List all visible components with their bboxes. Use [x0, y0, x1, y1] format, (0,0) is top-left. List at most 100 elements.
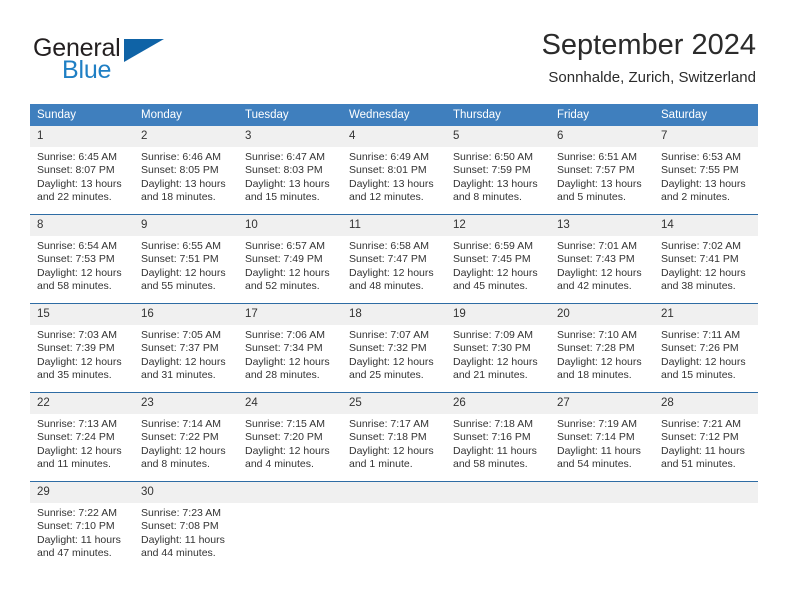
daylight-text-line2: and 22 minutes.	[37, 191, 112, 204]
day-number: 11	[342, 215, 446, 236]
calendar-day-cell[interactable]: 7 Sunrise: 6:53 AM Sunset: 7:55 PM Daylight…	[654, 126, 758, 215]
calendar-day-cell[interactable]: 2 Sunrise: 6:46 AM Sunset: 8:05 PM Daylight…	[134, 126, 238, 215]
daylight-text-line2: and 15 minutes.	[661, 369, 736, 382]
calendar-day-cell[interactable]: 28 Sunrise: 7:21 AM Sunset: 7:12 PM Dayligh…	[654, 392, 758, 482]
calendar-day-cell[interactable]: 13 Sunrise: 7:01 AM Sunset: 7:43 PM Dayligh…	[550, 214, 654, 304]
calendar-day-cell[interactable]: 21 Sunrise: 7:11 AM Sunset: 7:26 PM Dayligh…	[654, 303, 758, 393]
day-number: 16	[134, 304, 238, 325]
sunrise-text: Sunrise: 7:23 AM	[141, 507, 221, 519]
page-title: September 2024	[541, 29, 756, 61]
day-number: 28	[654, 393, 758, 414]
day-details: Sunrise: 7:22 AM Sunset: 7:10 PM Daylight:…	[30, 503, 134, 561]
calendar-week-row: 8 Sunrise: 6:54 AM Sunset: 7:53 PM Daylight…	[30, 214, 758, 304]
calendar-empty-cell	[654, 481, 758, 570]
day-details: Sunrise: 7:13 AM Sunset: 7:24 PM Daylight:…	[30, 414, 134, 472]
daylight-text-line1: Daylight: 12 hours	[661, 355, 746, 368]
calendar-day-cell[interactable]: 10 Sunrise: 6:57 AM Sunset: 7:49 PM Dayligh…	[238, 214, 342, 304]
daylight-text-line1: Daylight: 12 hours	[349, 266, 434, 279]
daylight-text-line2: and 42 minutes.	[557, 280, 632, 293]
calendar-day-cell[interactable]: 26 Sunrise: 7:18 AM Sunset: 7:16 PM Dayligh…	[446, 392, 550, 482]
sunrise-text: Sunrise: 6:45 AM	[37, 151, 117, 163]
calendar-day-cell[interactable]: 23 Sunrise: 7:14 AM Sunset: 7:22 PM Dayligh…	[134, 392, 238, 482]
weekday-header-sunday: Sunday	[30, 104, 134, 126]
daylight-text-line2: and 5 minutes.	[557, 191, 626, 204]
sunset-text: Sunset: 7:41 PM	[661, 253, 739, 266]
calendar-day-cell[interactable]: 5 Sunrise: 6:50 AM Sunset: 7:59 PM Daylight…	[446, 126, 550, 215]
calendar-header: Sunday Monday Tuesday Wednesday Thursday…	[30, 104, 758, 126]
calendar-day-cell[interactable]: 4 Sunrise: 6:49 AM Sunset: 8:01 PM Daylight…	[342, 126, 446, 215]
day-number: 7	[654, 126, 758, 147]
weekday-header-monday: Monday	[134, 104, 238, 126]
day-number: 9	[134, 215, 238, 236]
day-number	[238, 482, 342, 503]
calendar-day-cell[interactable]: 11 Sunrise: 6:58 AM Sunset: 7:47 PM Dayligh…	[342, 214, 446, 304]
calendar-day-cell[interactable]: 16 Sunrise: 7:05 AM Sunset: 7:37 PM Dayligh…	[134, 303, 238, 393]
daylight-text-line1: Daylight: 12 hours	[141, 444, 226, 457]
calendar-day-cell[interactable]: 24 Sunrise: 7:15 AM Sunset: 7:20 PM Dayligh…	[238, 392, 342, 482]
sunrise-text: Sunrise: 6:59 AM	[453, 240, 533, 252]
calendar-day-cell[interactable]: 27 Sunrise: 7:19 AM Sunset: 7:14 PM Dayligh…	[550, 392, 654, 482]
day-cell-inner: 25 Sunrise: 7:17 AM Sunset: 7:18 PM Dayligh…	[342, 393, 446, 481]
brand-logo[interactable]: General Blue	[33, 34, 253, 86]
day-cell-inner	[446, 482, 550, 570]
daylight-text-line2: and 47 minutes.	[37, 547, 112, 560]
daylight-text-line1: Daylight: 13 hours	[453, 177, 538, 190]
day-cell-inner: 4 Sunrise: 6:49 AM Sunset: 8:01 PM Daylight…	[342, 126, 446, 214]
calendar-day-cell[interactable]: 17 Sunrise: 7:06 AM Sunset: 7:34 PM Dayligh…	[238, 303, 342, 393]
daylight-text-line2: and 35 minutes.	[37, 369, 112, 382]
calendar-day-cell[interactable]: 18 Sunrise: 7:07 AM Sunset: 7:32 PM Dayligh…	[342, 303, 446, 393]
sunrise-text: Sunrise: 7:15 AM	[245, 418, 325, 430]
calendar-week-row: 15 Sunrise: 7:03 AM Sunset: 7:39 PM Dayligh…	[30, 303, 758, 393]
calendar-day-cell[interactable]: 22 Sunrise: 7:13 AM Sunset: 7:24 PM Dayligh…	[30, 392, 134, 482]
calendar-day-cell[interactable]: 30 Sunrise: 7:23 AM Sunset: 7:08 PM Dayligh…	[134, 481, 238, 570]
day-details: Sunrise: 6:45 AM Sunset: 8:07 PM Daylight:…	[30, 147, 134, 205]
day-number: 14	[654, 215, 758, 236]
sunrise-text: Sunrise: 7:22 AM	[37, 507, 117, 519]
sunrise-text: Sunrise: 6:55 AM	[141, 240, 221, 252]
calendar-day-cell[interactable]: 14 Sunrise: 7:02 AM Sunset: 7:41 PM Dayligh…	[654, 214, 758, 304]
daylight-text-line2: and 58 minutes.	[37, 280, 112, 293]
calendar-day-cell[interactable]: 29 Sunrise: 7:22 AM Sunset: 7:10 PM Dayligh…	[30, 481, 134, 570]
day-number: 24	[238, 393, 342, 414]
day-number: 29	[30, 482, 134, 503]
calendar-day-cell[interactable]: 20 Sunrise: 7:10 AM Sunset: 7:28 PM Dayligh…	[550, 303, 654, 393]
day-cell-inner: 1 Sunrise: 6:45 AM Sunset: 8:07 PM Daylight…	[30, 126, 134, 214]
day-number: 12	[446, 215, 550, 236]
calendar-day-cell[interactable]: 6 Sunrise: 6:51 AM Sunset: 7:57 PM Daylight…	[550, 126, 654, 215]
day-details: Sunrise: 6:54 AM Sunset: 7:53 PM Daylight:…	[30, 236, 134, 294]
sunrise-text: Sunrise: 7:03 AM	[37, 329, 117, 341]
day-details: Sunrise: 6:57 AM Sunset: 7:49 PM Daylight:…	[238, 236, 342, 294]
day-number: 25	[342, 393, 446, 414]
day-details: Sunrise: 7:10 AM Sunset: 7:28 PM Daylight:…	[550, 325, 654, 383]
calendar-day-cell[interactable]: 15 Sunrise: 7:03 AM Sunset: 7:39 PM Dayligh…	[30, 303, 134, 393]
sunrise-text: Sunrise: 6:58 AM	[349, 240, 429, 252]
calendar-day-cell[interactable]: 9 Sunrise: 6:55 AM Sunset: 7:51 PM Daylight…	[134, 214, 238, 304]
day-number: 8	[30, 215, 134, 236]
calendar-day-cell[interactable]: 25 Sunrise: 7:17 AM Sunset: 7:18 PM Dayligh…	[342, 392, 446, 482]
calendar-day-cell[interactable]: 3 Sunrise: 6:47 AM Sunset: 8:03 PM Daylight…	[238, 126, 342, 215]
calendar-day-cell[interactable]: 1 Sunrise: 6:45 AM Sunset: 8:07 PM Daylight…	[30, 126, 134, 215]
day-details: Sunrise: 7:02 AM Sunset: 7:41 PM Daylight:…	[654, 236, 758, 294]
day-number	[446, 482, 550, 503]
weekday-header-wednesday: Wednesday	[342, 104, 446, 126]
weekday-header-row: Sunday Monday Tuesday Wednesday Thursday…	[30, 104, 758, 126]
day-details: Sunrise: 6:58 AM Sunset: 7:47 PM Daylight:…	[342, 236, 446, 294]
sunset-text: Sunset: 7:34 PM	[245, 342, 323, 355]
daylight-text-line1: Daylight: 12 hours	[349, 355, 434, 368]
daylight-text-line2: and 58 minutes.	[453, 458, 528, 471]
day-number	[342, 482, 446, 503]
calendar-day-cell[interactable]: 8 Sunrise: 6:54 AM Sunset: 7:53 PM Daylight…	[30, 214, 134, 304]
sunrise-text: Sunrise: 7:09 AM	[453, 329, 533, 341]
sunset-text: Sunset: 7:45 PM	[453, 253, 531, 266]
sunrise-text: Sunrise: 7:17 AM	[349, 418, 429, 430]
day-cell-inner: 12 Sunrise: 6:59 AM Sunset: 7:45 PM Dayligh…	[446, 215, 550, 303]
day-details: Sunrise: 6:51 AM Sunset: 7:57 PM Daylight:…	[550, 147, 654, 205]
daylight-text-line2: and 15 minutes.	[245, 191, 320, 204]
calendar-day-cell[interactable]: 12 Sunrise: 6:59 AM Sunset: 7:45 PM Dayligh…	[446, 214, 550, 304]
sunrise-text: Sunrise: 7:13 AM	[37, 418, 117, 430]
daylight-text-line2: and 4 minutes.	[245, 458, 314, 471]
sunset-text: Sunset: 7:30 PM	[453, 342, 531, 355]
calendar-day-cell[interactable]: 19 Sunrise: 7:09 AM Sunset: 7:30 PM Dayligh…	[446, 303, 550, 393]
daylight-text-line2: and 52 minutes.	[245, 280, 320, 293]
day-cell-inner: 21 Sunrise: 7:11 AM Sunset: 7:26 PM Dayligh…	[654, 304, 758, 392]
